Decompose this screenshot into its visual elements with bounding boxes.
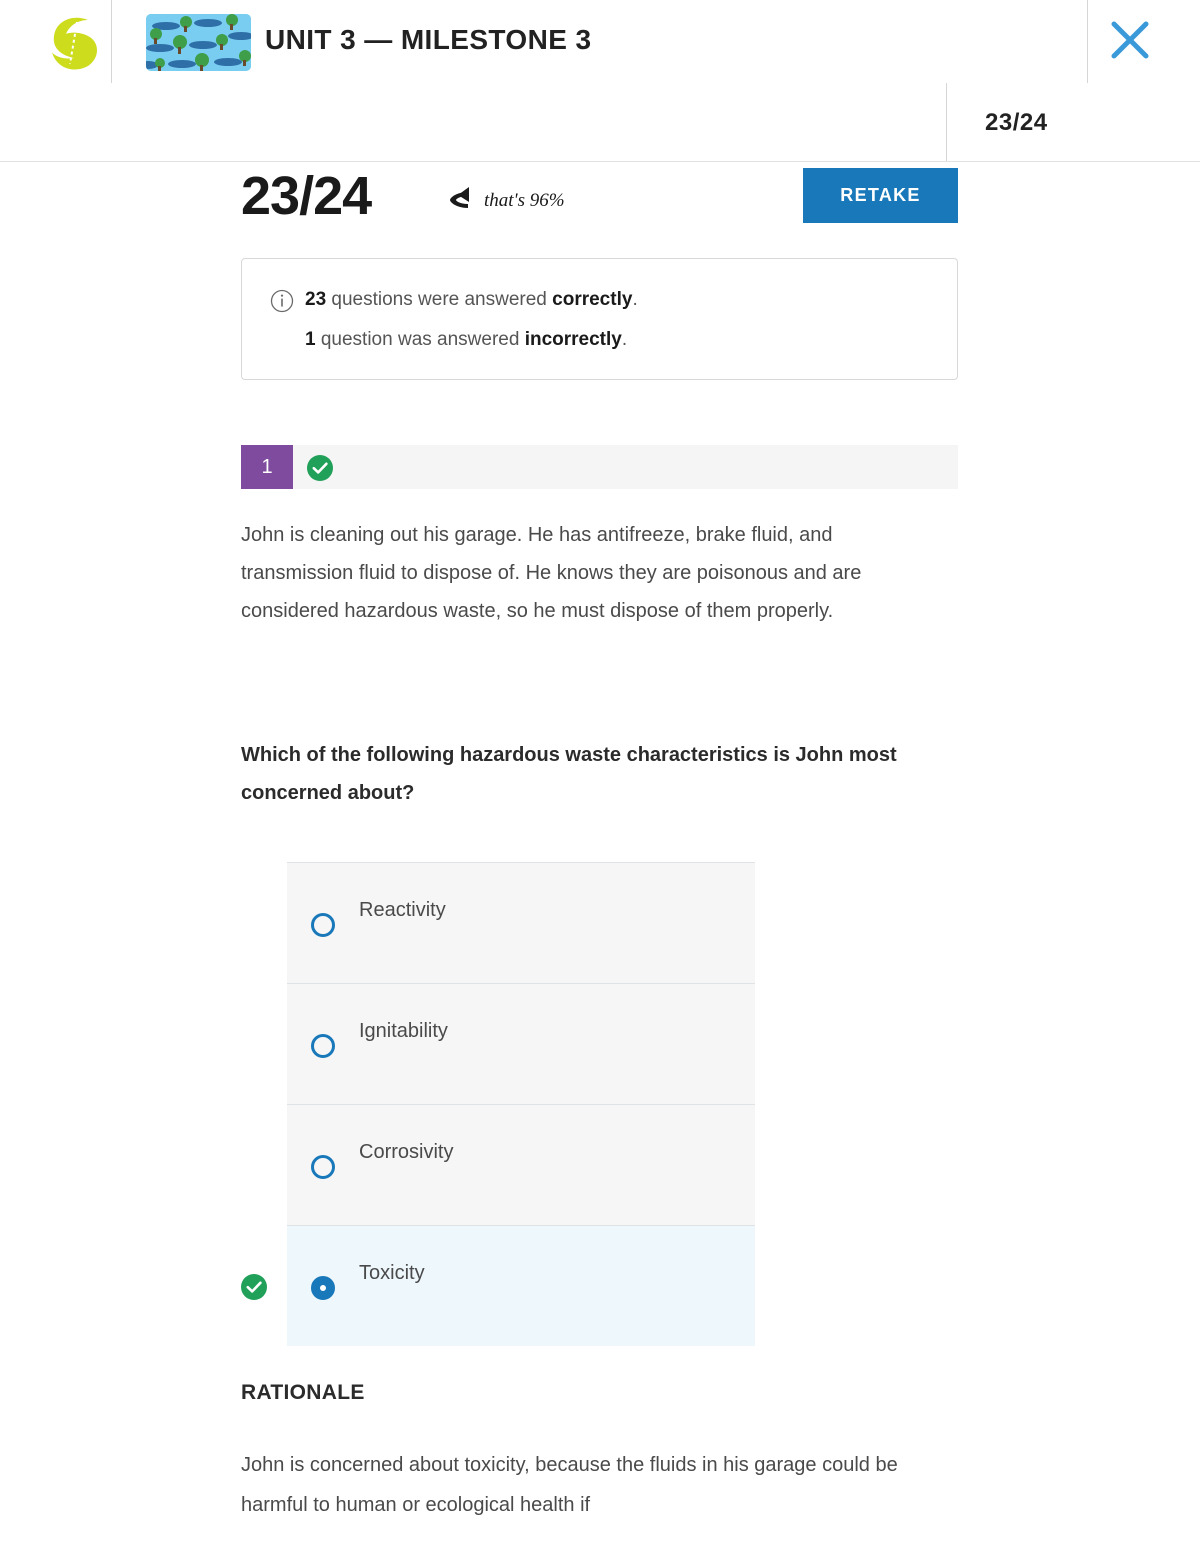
side-score-value: 23/24 <box>985 109 1048 137</box>
svg-text:that's 96%: that's 96% <box>484 190 565 211</box>
info-circle-icon <box>270 289 294 313</box>
retake-button[interactable]: RETAKE <box>803 168 958 223</box>
curved-left-arrow-icon <box>450 187 469 208</box>
close-icon[interactable] <box>1106 16 1154 64</box>
radio-button-corrosivity[interactable] <box>311 1155 335 1179</box>
radio-button-toxicity[interactable] <box>311 1276 335 1300</box>
incorrect-count: 1 <box>305 329 316 350</box>
side-panel-rule <box>946 161 1200 162</box>
results-summary-box: 23 questions were answered correctly. 1 … <box>241 258 958 380</box>
answer-option-label: Ignitability <box>359 1020 448 1043</box>
unit-thumbnail <box>146 14 251 71</box>
correct-summary-line: 23 questions were answered correctly. <box>305 289 638 311</box>
answer-option-label: Corrosivity <box>359 1141 453 1164</box>
correct-mid-text: questions were answered <box>326 289 552 310</box>
radio-button-ignitability[interactable] <box>311 1034 335 1058</box>
sophia-logo[interactable] <box>44 12 102 74</box>
check-circle-icon <box>307 455 333 481</box>
header-right-divider <box>1087 0 1088 83</box>
rationale-text: John is concerned about toxicity, becaus… <box>241 1445 921 1525</box>
rationale-heading: RATIONALE <box>241 1381 365 1405</box>
correct-emphasis: correctly <box>552 289 632 310</box>
header-left-divider <box>111 0 112 83</box>
correct-answer-check-icon <box>241 1274 267 1300</box>
answer-option-corrosivity[interactable]: Corrosivity <box>287 1104 755 1225</box>
side-score-panel: 23/24 <box>946 83 1200 162</box>
incorrect-mid-text: question was answered <box>316 329 525 350</box>
handwritten-annotation: that's 96% <box>446 178 606 218</box>
correct-end: . <box>632 289 637 310</box>
question-stem: John is cleaning out his garage. He has … <box>241 516 941 630</box>
question-number-badge: 1 <box>241 445 293 489</box>
page-title: UNIT 3 — MILESTONE 3 <box>265 24 591 56</box>
answer-option-toxicity[interactable]: Toxicity <box>287 1225 755 1346</box>
correct-count: 23 <box>305 289 326 310</box>
answer-option-label: Toxicity <box>359 1262 425 1285</box>
incorrect-end: . <box>622 329 627 350</box>
app-header: UNIT 3 — MILESTONE 3 <box>0 0 1200 83</box>
question-header-bar: 1 <box>241 445 958 489</box>
score-row-divider <box>0 161 946 162</box>
incorrect-emphasis: incorrectly <box>525 329 622 350</box>
answer-options-list: Reactivity Ignitability Corrosivity Toxi… <box>287 862 755 1346</box>
answer-option-label: Reactivity <box>359 899 446 922</box>
incorrect-summary-line: 1 question was answered incorrectly. <box>305 329 627 351</box>
answer-option-ignitability[interactable]: Ignitability <box>287 983 755 1104</box>
radio-button-reactivity[interactable] <box>311 913 335 937</box>
score-value: 23/24 <box>241 165 371 227</box>
answer-option-reactivity[interactable]: Reactivity <box>287 862 755 983</box>
question-prompt: Which of the following hazardous waste c… <box>241 736 951 812</box>
